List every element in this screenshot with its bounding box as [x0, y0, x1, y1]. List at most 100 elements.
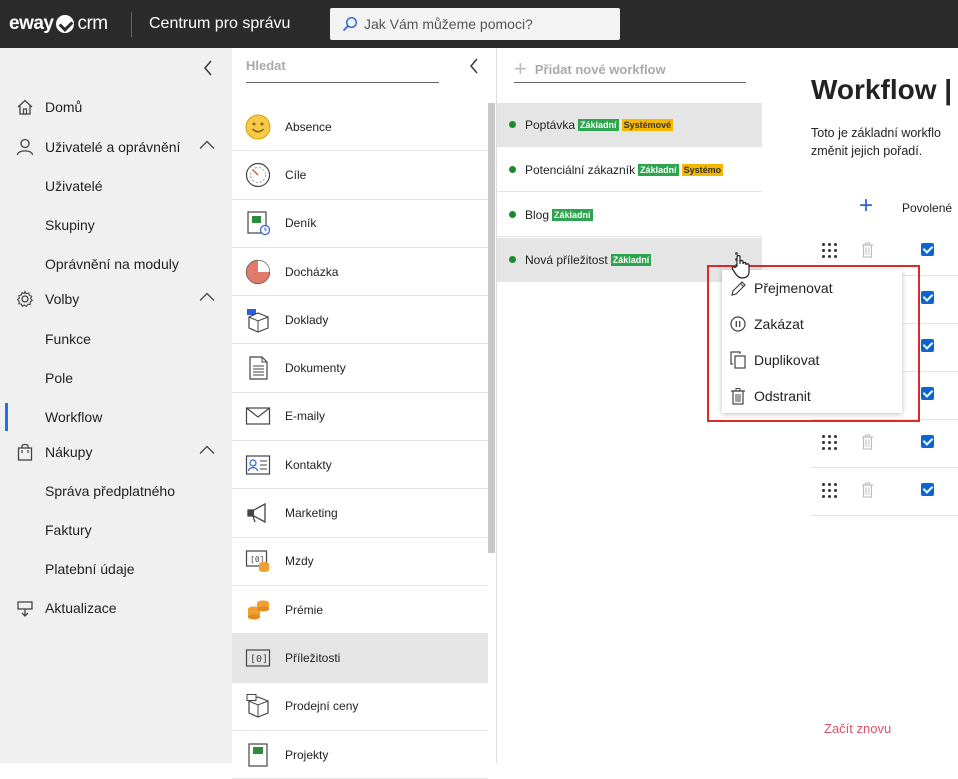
app-title: Centrum pro správu — [149, 15, 291, 32]
chevron-up-icon[interactable] — [199, 140, 215, 150]
workflow-item-poptavka[interactable]: Poptávka Základní Systémové — [497, 103, 762, 147]
page-title: Workflow | — [811, 74, 953, 105]
module-label: Kontakty — [285, 457, 332, 472]
menu-item-delete[interactable]: Odstranit — [722, 378, 902, 414]
trash-icon[interactable] — [861, 434, 874, 450]
context-menu: Přejmenovat Zakázat Duplikovat Odstranit — [722, 270, 902, 413]
workflow-item-blog[interactable]: Blog Základní — [497, 193, 762, 237]
sidebar: Domů Uživatelé a oprávnění Uživatelé Sku… — [0, 48, 232, 763]
sidebar-item-label: Workflow — [45, 409, 103, 425]
enabled-checkbox[interactable] — [921, 483, 934, 496]
help-search-input[interactable]: Jak Vám můžeme pomoci? — [330, 8, 620, 40]
eway-logo[interactable]: eway crm — [9, 13, 108, 35]
badge-basic: Základní — [638, 163, 679, 176]
sidebar-item-home[interactable]: Domů — [0, 89, 232, 125]
module-item-goals[interactable]: Cíle — [232, 151, 488, 200]
home-icon — [17, 99, 33, 115]
search-icon — [342, 16, 358, 32]
project-icon — [248, 742, 268, 767]
module-search-input[interactable]: Hledat — [246, 58, 439, 83]
sidebar-item-invoices[interactable]: Faktury — [0, 512, 232, 548]
module-label: Cíle — [285, 167, 307, 182]
sidebar-item-payment-details[interactable]: Platební údaje — [0, 551, 232, 587]
sidebar-item-users[interactable]: Uživatelé — [0, 168, 232, 204]
sidebar-item-fields[interactable]: Pole — [0, 360, 232, 396]
module-item-opportunities[interactable]: [0] Příležitosti — [232, 634, 488, 683]
svg-text:[0]: [0] — [250, 654, 268, 665]
sidebar-item-label: Pole — [45, 370, 74, 386]
sidebar-item-module-permissions[interactable]: Oprávnění na moduly — [0, 246, 232, 282]
update-icon — [17, 601, 33, 617]
envelope-icon — [245, 407, 271, 426]
description-line: Toto je základní workflo — [811, 126, 941, 140]
document-icon — [249, 356, 268, 380]
module-item-documents[interactable]: Dokumenty — [232, 344, 488, 393]
menu-item-label: Odstranit — [754, 388, 811, 404]
gear-icon — [16, 290, 34, 308]
enabled-checkbox[interactable] — [921, 291, 934, 304]
module-label: Deník — [285, 216, 317, 231]
copy-icon — [730, 351, 746, 369]
megaphone-icon — [247, 502, 266, 524]
enabled-checkbox[interactable] — [921, 243, 934, 256]
collapse-sidebar-icon[interactable] — [203, 60, 213, 76]
module-item-contacts[interactable]: Kontakty — [232, 441, 488, 490]
module-label: Mzdy — [285, 554, 314, 569]
menu-item-duplicate[interactable]: Duplikovat — [722, 342, 902, 378]
module-item-wages[interactable]: [0] Mzdy — [232, 538, 488, 586]
sidebar-item-label: Funkce — [45, 331, 91, 347]
sidebar-item-users-permissions[interactable]: Uživatelé a oprávnění — [0, 129, 232, 165]
module-item-sales-prices[interactable]: Prodejní ceny — [232, 683, 488, 731]
sidebar-item-label: Volby — [45, 291, 80, 307]
add-step-icon[interactable]: + — [859, 194, 873, 218]
chevron-up-icon[interactable] — [199, 292, 215, 302]
module-label: Dokumenty — [285, 361, 346, 376]
badge-basic: Základní — [578, 118, 619, 131]
restart-link[interactable]: Začít znovu — [824, 721, 891, 736]
drag-handle-icon[interactable] — [822, 435, 837, 450]
module-item-emails[interactable]: E-maily — [232, 393, 488, 442]
description-line: změnit jejich pořadí. — [811, 144, 923, 158]
user-icon — [16, 138, 34, 156]
badge-basic: Základní — [552, 208, 593, 221]
enabled-checkbox[interactable] — [921, 387, 934, 400]
drag-handle-icon[interactable] — [822, 243, 837, 258]
module-item-projects[interactable]: Projekty — [232, 731, 488, 779]
module-item-journal[interactable]: Deník — [232, 200, 488, 248]
module-item-documents-records[interactable]: Doklady — [232, 296, 488, 345]
collapse-modules-icon[interactable] — [469, 58, 479, 74]
module-item-bonuses[interactable]: Prémie — [232, 586, 488, 635]
trash-icon[interactable] — [861, 482, 874, 498]
sidebar-item-updates[interactable]: Aktualizace — [0, 590, 232, 626]
chevron-up-icon[interactable] — [199, 445, 215, 455]
sidebar-item-groups[interactable]: Skupiny — [0, 207, 232, 243]
sidebar-item-functions[interactable]: Funkce — [0, 321, 232, 357]
sidebar-item-purchases[interactable]: Nákupy — [0, 434, 232, 470]
module-item-marketing[interactable]: Marketing — [232, 489, 488, 538]
table-row — [811, 468, 958, 516]
add-workflow-button[interactable]: + Přidat nové workflow — [514, 56, 746, 83]
sidebar-item-options[interactable]: Volby — [0, 281, 232, 317]
sidebar-item-workflow[interactable]: Workflow — [0, 399, 232, 435]
workflow-label: Potenciální zákazník — [525, 162, 636, 177]
plus-icon: + — [514, 56, 527, 81]
menu-item-disable[interactable]: Zakázat — [722, 306, 902, 342]
module-item-absence[interactable]: Absence — [232, 103, 488, 152]
box-icon — [247, 308, 269, 333]
logo-text: eway — [9, 13, 54, 34]
workflow-item-potential-customer[interactable]: Potenciální zákazník Základní Systémo — [497, 148, 762, 192]
module-item-attendance[interactable]: Docházka — [232, 248, 488, 297]
workflow-label: Poptávka — [525, 117, 576, 132]
column-header-enabled: Povolené — [902, 201, 953, 215]
enabled-checkbox[interactable] — [921, 339, 934, 352]
trash-icon[interactable] — [861, 242, 874, 258]
attendance-clock-icon — [245, 259, 271, 284]
sidebar-item-label: Aktualizace — [45, 600, 117, 616]
menu-item-label: Zakázat — [754, 316, 804, 332]
module-scrollbar[interactable] — [488, 103, 495, 553]
sidebar-item-subscription[interactable]: Správa předplatného — [0, 473, 232, 509]
drag-handle-icon[interactable] — [822, 483, 837, 498]
enabled-checkbox[interactable] — [921, 435, 934, 448]
wages-icon: [0] — [245, 550, 269, 573]
search-placeholder: Jak Vám můžeme pomoci? — [364, 16, 533, 32]
